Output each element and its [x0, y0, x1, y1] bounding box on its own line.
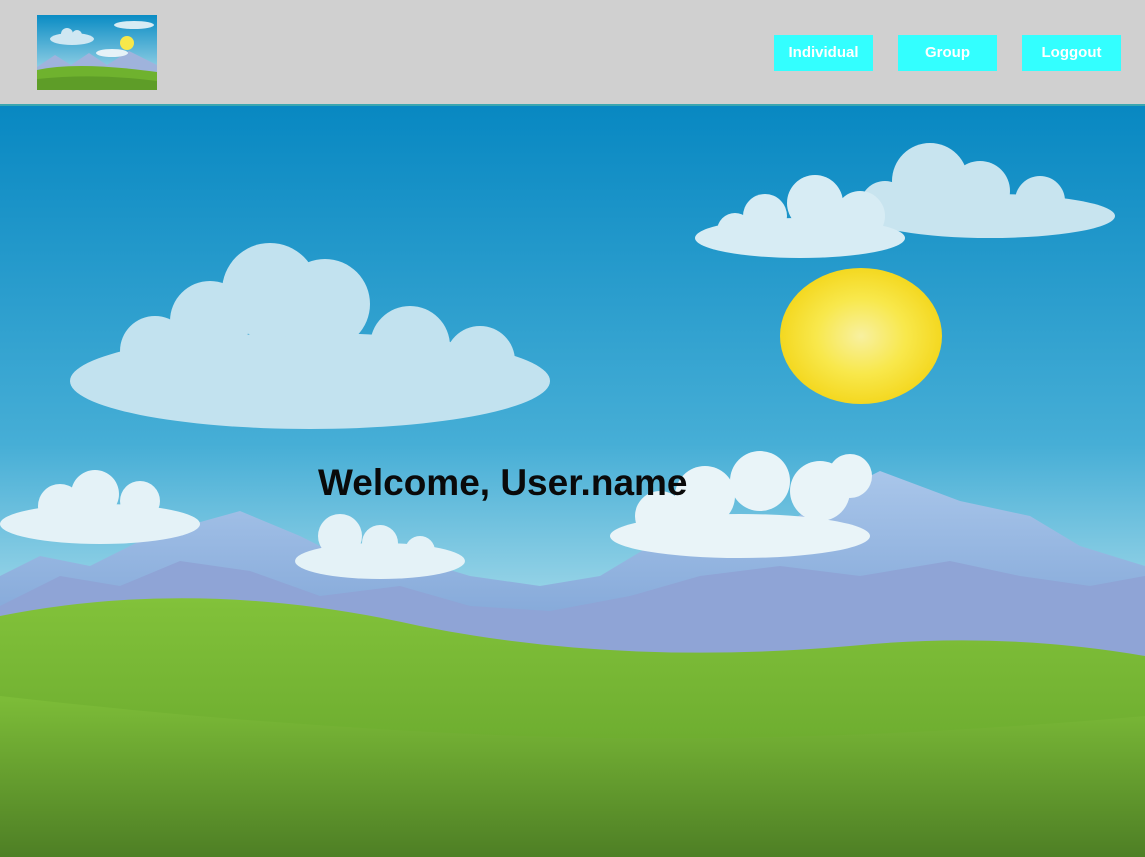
welcome-heading: Welcome, User.name [318, 462, 688, 503]
landscape-logo-icon[interactable] [37, 15, 157, 90]
group-button[interactable]: Group [898, 35, 997, 71]
landscape-background: Welcome, User.name [0, 106, 1145, 857]
logout-button[interactable]: Loggout [1022, 35, 1121, 71]
top-header: Individual Group Loggout [0, 0, 1145, 106]
individual-button[interactable]: Individual [774, 35, 873, 71]
